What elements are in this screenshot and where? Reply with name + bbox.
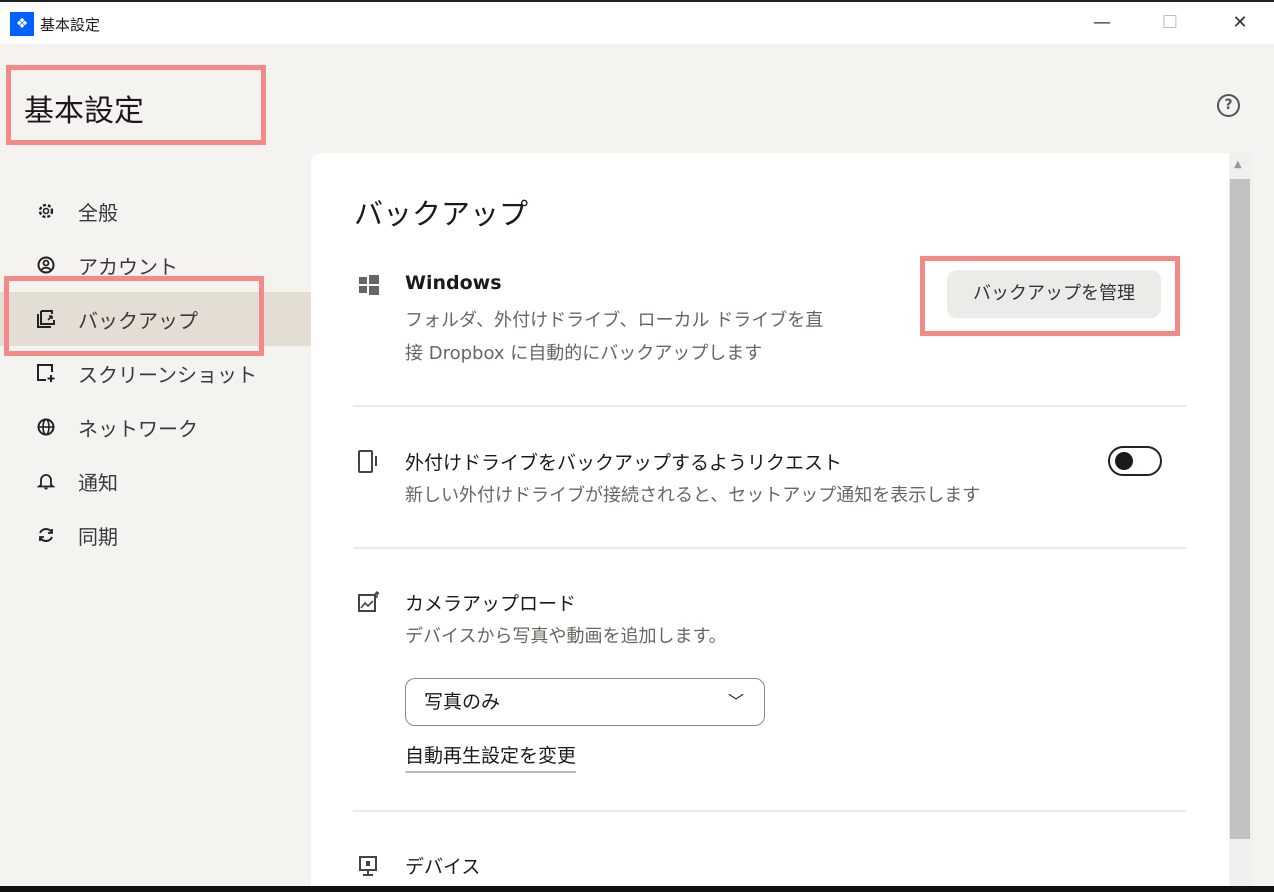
minimize-button[interactable]: — bbox=[1082, 8, 1122, 38]
taskbar-edge bbox=[0, 886, 1274, 892]
bell-icon bbox=[36, 471, 56, 491]
maximize-button[interactable]: ☐ bbox=[1150, 8, 1190, 38]
section-title: バックアップ bbox=[354, 197, 529, 231]
windows-desc-line1: フォルダ、外付けドライブ、ローカル ドライブを直 bbox=[405, 310, 824, 331]
window-title: 基本設定 bbox=[40, 16, 101, 34]
gear-icon bbox=[36, 201, 56, 221]
account-icon bbox=[36, 255, 56, 275]
sidebar-item-network[interactable]: ネットワーク bbox=[0, 400, 311, 454]
camera-upload-title: カメラアップロード bbox=[405, 593, 577, 615]
camera-upload-select[interactable]: 写真のみ ﹀ bbox=[405, 678, 765, 726]
scroll-up-icon[interactable]: ▲ bbox=[1234, 159, 1242, 170]
external-drive-title: 外付けドライブをバックアップするようリクエスト bbox=[405, 452, 843, 474]
external-drive-toggle[interactable] bbox=[1108, 446, 1162, 476]
help-icon[interactable]: ? bbox=[1217, 94, 1240, 117]
select-value: 写真のみ bbox=[424, 691, 501, 713]
toggle-knob bbox=[1115, 452, 1133, 470]
sidebar-item-sync[interactable]: 同期 bbox=[0, 508, 311, 562]
close-button[interactable]: ✕ bbox=[1220, 8, 1260, 38]
sidebar-item-notifications[interactable]: 通知 bbox=[0, 454, 311, 508]
windows-desc-line2: 接 Dropbox に自動的にバックアップします bbox=[405, 343, 763, 364]
device-icon bbox=[358, 855, 380, 877]
scrollbar-thumb[interactable] bbox=[1230, 179, 1250, 839]
autoplay-settings-link[interactable]: 自動再生設定を変更 bbox=[405, 741, 577, 773]
sidebar-item-label: スクリーンショット bbox=[78, 362, 257, 387]
divider bbox=[353, 547, 1186, 549]
devices-title: デバイス bbox=[405, 856, 481, 878]
windows-title: Windows bbox=[405, 272, 502, 294]
sidebar-item-label: ネットワーク bbox=[78, 416, 198, 441]
highlight-box-title bbox=[6, 65, 266, 145]
camera-upload-icon bbox=[358, 590, 380, 613]
screenshot-icon bbox=[36, 363, 56, 383]
sidebar-nav: 全般 アカウント バックアップ スクリーンショット ネットワーク 通知 同期 bbox=[0, 184, 311, 562]
sidebar-item-label: 同期 bbox=[78, 524, 118, 549]
windows-icon bbox=[358, 274, 380, 296]
dropbox-logo-icon: ❖ bbox=[10, 12, 34, 36]
external-drive-desc: 新しい外付けドライブが接続されると、セットアップ通知を表示します bbox=[405, 485, 981, 506]
sidebar-item-label: 全般 bbox=[78, 200, 118, 225]
external-drive-icon bbox=[358, 450, 380, 473]
title-bar: ❖ 基本設定 — ☐ ✕ bbox=[0, 0, 1274, 44]
sync-icon bbox=[36, 525, 56, 545]
sidebar-item-label: 通知 bbox=[78, 470, 118, 495]
sidebar-item-general[interactable]: 全般 bbox=[0, 184, 311, 238]
divider bbox=[353, 405, 1186, 407]
scrollbar[interactable]: ▲ bbox=[1229, 153, 1253, 892]
divider bbox=[353, 810, 1186, 812]
highlight-box-manage-button bbox=[920, 256, 1180, 336]
highlight-box-backup-nav bbox=[4, 276, 264, 356]
camera-upload-desc: デバイスから写真や動画を追加します。 bbox=[405, 626, 727, 647]
chevron-down-icon: ﹀ bbox=[727, 692, 744, 711]
globe-icon bbox=[36, 417, 56, 437]
